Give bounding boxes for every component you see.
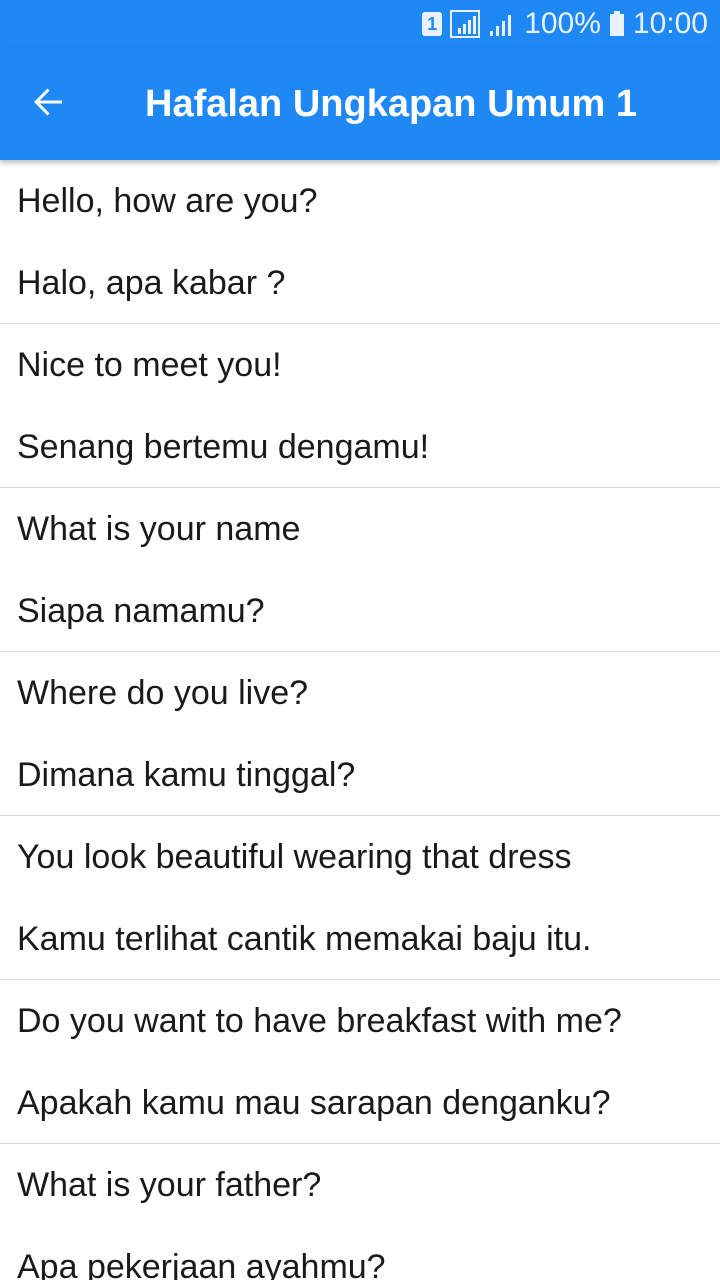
phrase-indonesian: Apa pekerjaan ayahmu? (17, 1248, 386, 1280)
phrase-indonesian: Siapa namamu? (17, 592, 265, 630)
battery-icon (609, 11, 625, 37)
list-item[interactable]: Where do you live? Dimana kamu tinggal? (0, 652, 720, 816)
back-button[interactable] (16, 72, 80, 136)
phrase-english: What is your father? (17, 1166, 322, 1204)
list-item[interactable]: What is your name Siapa namamu? (0, 488, 720, 652)
status-bar: 1 100% 10:00 (0, 0, 720, 48)
phrase-indonesian: Halo, apa kabar ? (17, 264, 286, 302)
phrase-english: Hello, how are you? (17, 182, 318, 220)
phrase-indonesian: Apakah kamu mau sarapan denganku? (17, 1084, 611, 1122)
list-item[interactable]: Hello, how are you? Halo, apa kabar ? (0, 160, 720, 324)
phrase-english: Do you want to have breakfast with me? (17, 1002, 622, 1040)
phrase-indonesian: Dimana kamu tinggal? (17, 756, 356, 794)
screen: 1 100% 10:00 Hafalan Ungkapan Umum 1 Hel… (0, 0, 720, 1280)
phrase-english: You look beautiful wearing that dress (17, 838, 572, 876)
signal-icon-2 (488, 11, 516, 37)
page-title: Hafalan Ungkapan Umum 1 (145, 83, 637, 125)
arrow-left-icon (30, 84, 66, 125)
phrase-english: Where do you live? (17, 674, 309, 712)
phrase-english: Nice to meet you! (17, 346, 282, 384)
list-item[interactable]: You look beautiful wearing that dress Ka… (0, 816, 720, 980)
app-bar: Hafalan Ungkapan Umum 1 (0, 48, 720, 160)
list-item[interactable]: Nice to meet you! Senang bertemu dengamu… (0, 324, 720, 488)
phrase-indonesian: Kamu terlihat cantik memakai baju itu. (17, 920, 592, 958)
phrase-english: What is your name (17, 510, 301, 548)
sim-icon: 1 (422, 12, 443, 36)
phrase-indonesian: Senang bertemu dengamu! (17, 428, 430, 466)
list-item[interactable]: Do you want to have breakfast with me? A… (0, 980, 720, 1144)
signal-icon-1 (450, 10, 481, 38)
list-item[interactable]: What is your father? Apa pekerjaan ayahm… (0, 1144, 720, 1280)
phrase-list: Hello, how are you? Halo, apa kabar ? Ni… (0, 160, 720, 1280)
battery-percent: 100% (524, 7, 601, 40)
clock: 10:00 (632, 7, 708, 40)
